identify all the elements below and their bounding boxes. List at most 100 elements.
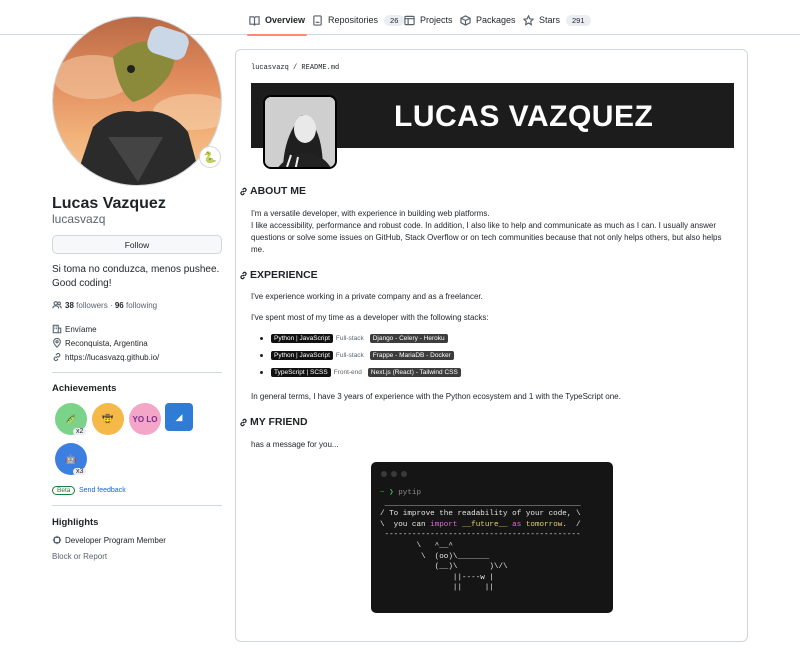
achievement-label: ◢ — [175, 411, 183, 422]
highlight-item: Developer Program Member — [52, 535, 166, 545]
tip-word: tomorrow — [525, 520, 563, 529]
tab-stars[interactable]: Stars 291 — [523, 9, 591, 31]
profile-location: Reconquista, Argentina — [52, 338, 148, 348]
bio-line: Good coding! — [52, 278, 112, 289]
link-icon — [53, 352, 61, 362]
banner-photo — [263, 95, 337, 169]
stack-type: Full-stack — [335, 335, 364, 342]
achievement-label: YO LO — [132, 414, 158, 424]
stack-tech-badge: Django - Celery - Heroku — [369, 334, 448, 343]
following-count: 96 — [114, 300, 124, 310]
breadcrumb-separator: / — [293, 64, 298, 72]
experience-paragraph: In general terms, I have 3 years of expe… — [251, 392, 621, 401]
repositories-count: 26 — [384, 14, 405, 26]
block-or-report-link[interactable]: Block or Report — [52, 552, 107, 561]
breadcrumb: lucasvazq / README.md — [251, 64, 339, 72]
bio-line: Si toma no conduzca, menos pushee. — [52, 264, 220, 275]
experience-paragraph: I've spent most of my time as a develope… — [251, 313, 489, 322]
beta-badge: Beta — [52, 486, 76, 495]
followers-link[interactable]: 38 followers — [65, 301, 108, 310]
cpu-icon — [52, 535, 62, 545]
highlights-title: Highlights — [52, 517, 99, 528]
achievement-yolo[interactable]: YO LO — [129, 403, 161, 435]
tab-label: Packages — [476, 15, 516, 25]
tip-keyword: import — [430, 520, 458, 529]
tab-label: Projects — [420, 15, 453, 25]
following-link[interactable]: 96 following — [115, 301, 157, 310]
sidebar-divider — [52, 505, 222, 506]
stack-type: Full-stack — [335, 352, 364, 359]
website-link[interactable]: https://lucasvazq.github.io/ — [65, 353, 159, 362]
achievement-count: x2 — [73, 428, 87, 435]
highlight-label: Developer Program Member — [65, 535, 166, 545]
avatar[interactable] — [52, 16, 222, 186]
tab-label: Repositories — [328, 15, 379, 25]
achievement-label: 🫛 — [65, 413, 77, 424]
status-emoji-badge[interactable]: 🐍 — [199, 146, 221, 168]
anchor-link-icon[interactable] — [239, 271, 248, 280]
heading-about-me: ABOUT ME — [239, 185, 306, 197]
package-icon — [460, 14, 471, 26]
stack-item: TypeScript | SCSS Front-end Next.js (Rea… — [260, 368, 461, 377]
sidebar-divider — [52, 372, 222, 373]
followers-label: followers — [76, 300, 108, 310]
profile-username: lucasvazq — [52, 212, 106, 226]
tip-keyword: as — [512, 520, 522, 529]
tip-line-pre: \ you can — [380, 520, 431, 529]
stack-item: Python | JavaScript Full-stack Django - … — [260, 334, 448, 343]
stack-language-badge: TypeScript | SCSS — [271, 368, 331, 377]
achievement-count: x3 — [73, 468, 87, 475]
tip-module: __future__ — [457, 520, 513, 529]
bullet — [260, 354, 263, 357]
avatar-image — [53, 17, 221, 185]
portrait-image — [265, 97, 335, 167]
star-icon — [523, 14, 534, 26]
tip-line: / To improve the readability of your cod… — [380, 510, 581, 519]
breadcrumb-file[interactable]: README.md — [301, 64, 339, 72]
stack-tech-badge: Frappe - MariaDB - Docker — [369, 351, 454, 360]
book-icon — [249, 15, 260, 26]
repo-icon — [313, 14, 322, 26]
organization-icon — [52, 324, 62, 334]
company-name: Envíame — [65, 324, 97, 334]
tab-packages[interactable]: Packages — [460, 9, 516, 31]
stars-count: 291 — [566, 14, 591, 26]
stack-type: Front-end — [333, 369, 362, 376]
heading-experience: EXPERIENCE — [239, 269, 318, 281]
profile-website[interactable]: https://lucasvazq.github.io/ — [52, 352, 159, 362]
about-paragraph: I'm a versatile developer, with experien… — [251, 208, 736, 256]
table-icon — [404, 15, 415, 25]
following-label: following — [126, 300, 158, 310]
stack-language-badge: Python | JavaScript — [271, 334, 333, 343]
send-feedback-link[interactable]: Send feedback — [79, 487, 126, 494]
profile-company: Envíame — [52, 324, 97, 334]
terminal-command: pytip — [398, 489, 422, 497]
tab-label: Stars — [539, 15, 561, 25]
achievement-starstruck[interactable]: 🤠 — [92, 403, 124, 435]
tab-repositories[interactable]: Repositories 26 — [312, 9, 405, 31]
achievement-label: 🤖 — [65, 453, 77, 464]
heading-text: EXPERIENCE — [250, 269, 318, 281]
follow-button[interactable]: Follow — [52, 235, 222, 254]
location-icon — [53, 338, 61, 348]
stack-item: Python | JavaScript Full-stack Frappe - … — [260, 351, 454, 360]
paragraph-line: I'm a versatile developer, with experien… — [251, 209, 490, 218]
anchor-link-icon[interactable] — [239, 187, 248, 196]
terminal-output: ~ ❯ pytip ______________________________… — [380, 489, 581, 593]
window-controls — [381, 471, 411, 477]
achievement-quickdraw[interactable]: ◢ — [165, 403, 193, 431]
followers-count: 38 — [65, 300, 74, 310]
heading-text: MY FRIEND — [250, 416, 308, 428]
bullet — [260, 371, 263, 374]
profile-bio: Si toma no conduzca, menos pushee. Good … — [52, 263, 227, 291]
experience-paragraph: I've experience working in a private com… — [251, 292, 483, 301]
follow-stats: 38 followers · 96 following — [52, 300, 157, 310]
banner-title: LUCAS VAZQUEZ — [394, 100, 654, 133]
heading-my-friend: MY FRIEND — [239, 416, 308, 428]
tab-projects[interactable]: Projects — [404, 9, 453, 31]
tab-overview[interactable]: Overview — [246, 9, 308, 36]
heading-text: ABOUT ME — [250, 185, 306, 197]
anchor-link-icon[interactable] — [239, 418, 248, 427]
breadcrumb-user[interactable]: lucasvazq — [251, 64, 289, 72]
readme-box: lucasvazq / README.md LUCAS VAZQUEZ ABOU… — [235, 49, 748, 642]
